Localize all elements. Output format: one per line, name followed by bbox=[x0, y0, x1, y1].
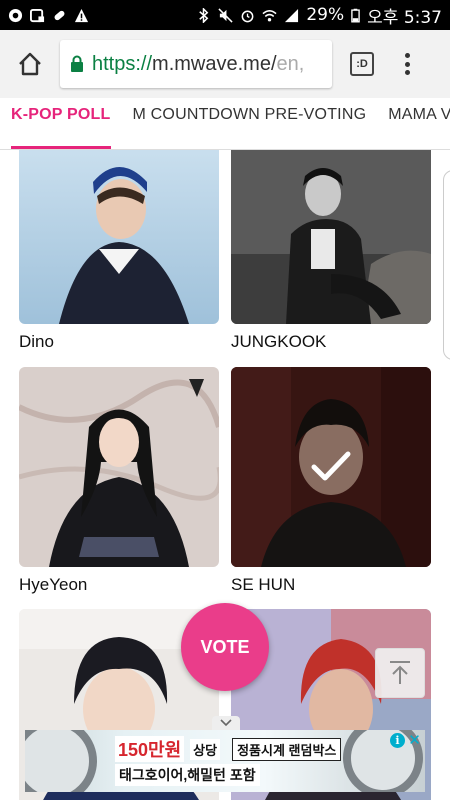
next-panel-peek bbox=[443, 170, 450, 360]
candidate-image bbox=[231, 150, 431, 324]
battery-icon bbox=[351, 8, 360, 22]
candidate-photo[interactable] bbox=[19, 367, 219, 567]
candidate-image bbox=[19, 367, 219, 567]
scroll-to-top-button[interactable] bbox=[375, 648, 425, 698]
candidate-photo[interactable] bbox=[231, 150, 431, 324]
menu-dot bbox=[404, 70, 410, 75]
poll-grid: Dino JUNGKOOK HyeYeon SE HUN VOTE bbox=[0, 150, 450, 800]
candidate-photo[interactable] bbox=[19, 150, 219, 324]
candidate-card-hyeyeon[interactable]: HyeYeon bbox=[19, 367, 219, 597]
url-path: en, bbox=[276, 52, 305, 75]
candidate-name: Dino bbox=[19, 332, 54, 351]
ad-info-icon[interactable]: i bbox=[390, 733, 405, 748]
watch-image bbox=[25, 730, 97, 792]
ad-controls: i ✕ bbox=[390, 733, 422, 748]
bluetooth-icon bbox=[199, 7, 209, 23]
candidate-photo[interactable] bbox=[231, 367, 431, 567]
candidate-image bbox=[19, 150, 219, 324]
chevron-down-icon bbox=[220, 719, 232, 727]
arrow-up-icon bbox=[390, 661, 410, 684]
warning-icon bbox=[74, 8, 89, 22]
tab-mcountdown-pre-voting[interactable]: M COUNTDOWN PRE-VOTING bbox=[122, 98, 378, 149]
lock-icon bbox=[71, 55, 83, 72]
ad-headline: 150만원 상당 정품시계 랜덤박스 bbox=[115, 736, 342, 762]
candidate-card-sehun[interactable]: SE HUN bbox=[231, 367, 431, 597]
url-scheme: https:// bbox=[92, 52, 153, 75]
candidate-card-jungkook[interactable]: JUNGKOOK bbox=[231, 150, 431, 354]
url-host: m.mwave.me/ bbox=[152, 52, 277, 75]
status-bar-right: 29% 오후 5:37 bbox=[196, 3, 442, 28]
tab-switcher-button[interactable]: :D bbox=[350, 52, 374, 76]
clock: 오후 5:37 bbox=[367, 7, 442, 28]
ad-tag: 상당 bbox=[190, 738, 221, 760]
url-bar[interactable]: https://m.mwave.me/en, bbox=[60, 40, 332, 88]
tab-mama-vote[interactable]: MAMA VOT bbox=[377, 98, 450, 149]
home-button[interactable] bbox=[10, 44, 50, 84]
ad-banner[interactable]: 150만원 상당 정품시계 랜덤박스 태그호이어,해밀턴 포함 i ✕ bbox=[25, 730, 425, 792]
alarm-icon bbox=[241, 10, 254, 22]
signal-icon bbox=[285, 8, 299, 22]
battery-percent: 29% bbox=[306, 5, 345, 25]
status-bar: 29% 오후 5:37 bbox=[0, 0, 450, 30]
menu-dot bbox=[404, 53, 410, 58]
ad-price: 150만원 bbox=[115, 736, 185, 762]
overflow-menu-button[interactable] bbox=[402, 49, 412, 79]
tab-kpop-poll[interactable]: K-POP POLL bbox=[0, 98, 122, 149]
candidate-card-dino[interactable]: Dino bbox=[19, 150, 219, 354]
site-nav-tabs: K-POP POLL M COUNTDOWN PRE-VOTING MAMA V… bbox=[0, 98, 450, 150]
ad-subline: 태그호이어,해밀턴 포함 bbox=[115, 764, 260, 786]
pill-notification-icon bbox=[54, 10, 65, 20]
status-bar-left bbox=[8, 8, 89, 23]
mute-icon bbox=[218, 7, 233, 23]
candidate-name: JUNGKOOK bbox=[231, 332, 327, 351]
vote-button[interactable]: VOTE bbox=[181, 603, 269, 691]
checkmark-icon bbox=[311, 451, 351, 481]
ad-collapse-tab[interactable] bbox=[212, 716, 240, 730]
browser-toolbar: https://m.mwave.me/en, :D bbox=[0, 30, 450, 98]
app-notification-icon bbox=[8, 8, 23, 22]
ad-tag-box: 정품시계 랜덤박스 bbox=[232, 737, 342, 761]
selected-overlay bbox=[231, 367, 431, 567]
menu-dot bbox=[404, 61, 410, 67]
message-notification-icon bbox=[30, 8, 45, 22]
phone-screen: 29% 오후 5:37 https://m.mwave.me/en, :D K-… bbox=[0, 0, 450, 800]
candidate-name: HyeYeon bbox=[19, 575, 88, 594]
home-icon bbox=[19, 52, 41, 76]
ad-close-icon[interactable]: ✕ bbox=[407, 733, 422, 748]
candidate-name: SE HUN bbox=[231, 575, 296, 594]
wifi-icon bbox=[262, 9, 277, 21]
